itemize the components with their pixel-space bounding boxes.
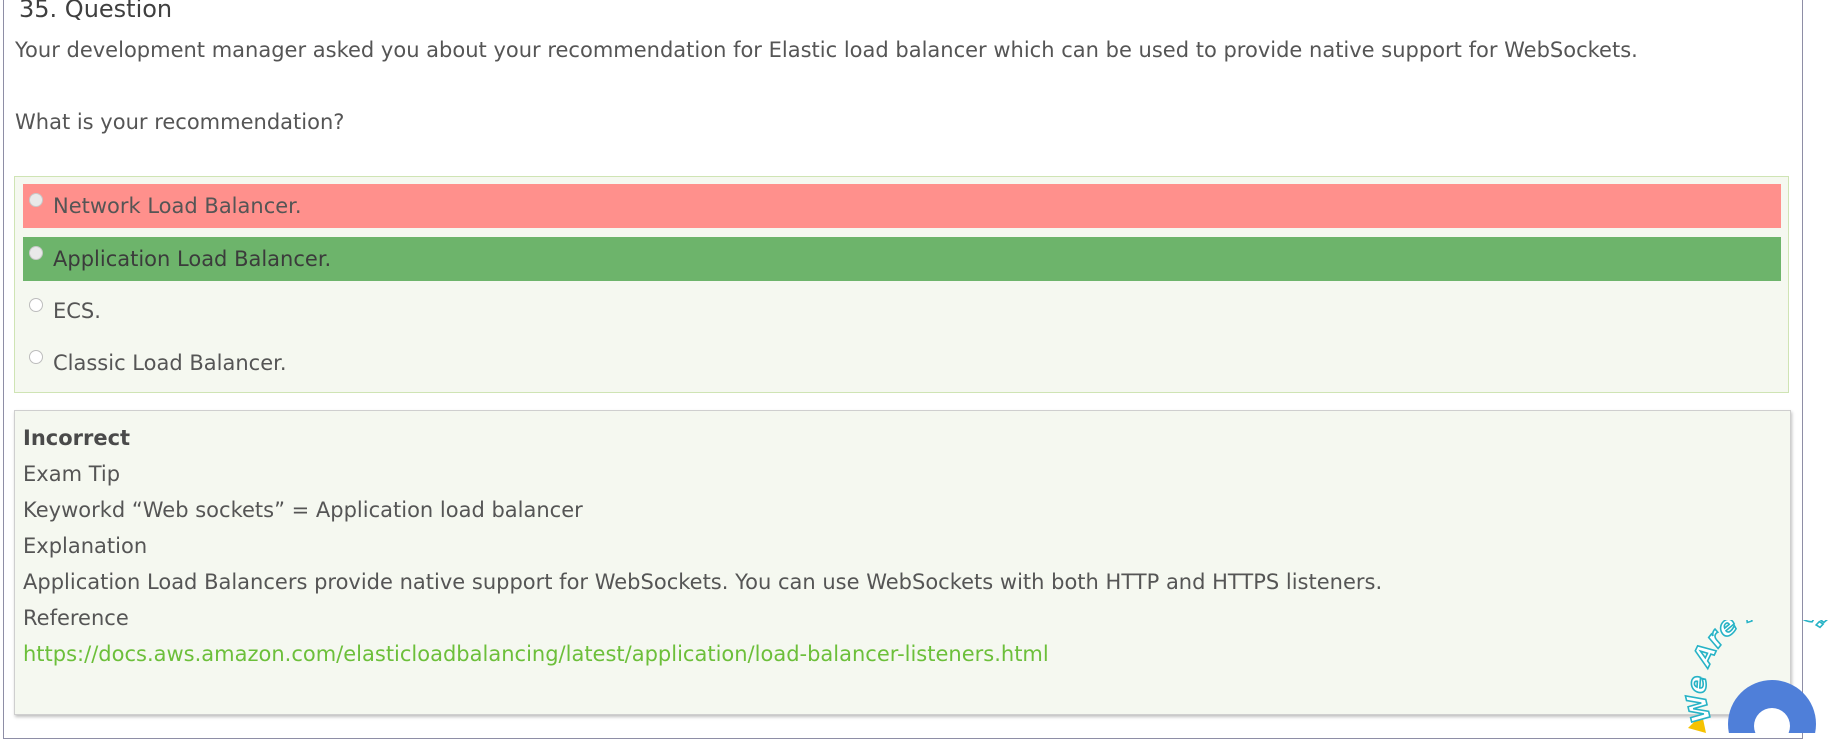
answer-feedback-panel: Incorrect Exam Tip Keyworkd “Web sockets… xyxy=(14,410,1791,715)
question-prompt: What is your recommendation? xyxy=(15,110,345,134)
reference-heading: Reference xyxy=(23,606,129,630)
reference-link[interactable]: https://docs.aws.amazon.com/elasticloadb… xyxy=(23,642,1049,666)
radio-icon[interactable] xyxy=(29,298,43,312)
exam-tip-heading: Exam Tip xyxy=(23,462,121,486)
radio-icon[interactable] xyxy=(29,350,43,364)
option-ecs[interactable]: ECS. xyxy=(23,289,1781,333)
option-label: Classic Load Balancer. xyxy=(53,351,287,375)
radio-icon[interactable] xyxy=(29,246,43,260)
option-label: ECS. xyxy=(53,299,101,323)
exam-tip-text: Keyworkd “Web sockets” = Application loa… xyxy=(23,498,583,522)
chat-widget[interactable]: We Are Here! xyxy=(1680,620,1844,733)
option-application-load-balancer[interactable]: Application Load Balancer. xyxy=(23,237,1781,281)
radio-icon[interactable] xyxy=(29,193,43,207)
question-title: 35. Question xyxy=(19,0,173,23)
explanation-text: Application Load Balancers provide nativ… xyxy=(23,570,1383,594)
option-network-load-balancer[interactable]: Network Load Balancer. xyxy=(23,184,1781,228)
result-status: Incorrect xyxy=(23,426,131,450)
option-label: Application Load Balancer. xyxy=(53,247,332,271)
answer-options: Network Load Balancer. Application Load … xyxy=(14,176,1789,393)
option-label: Network Load Balancer. xyxy=(53,194,302,218)
question-text: Your development manager asked you about… xyxy=(15,38,1638,62)
option-classic-load-balancer[interactable]: Classic Load Balancer. xyxy=(23,341,1781,385)
explanation-heading: Explanation xyxy=(23,534,148,558)
chat-bubble-icon[interactable]: We Are Here! xyxy=(1680,620,1844,733)
